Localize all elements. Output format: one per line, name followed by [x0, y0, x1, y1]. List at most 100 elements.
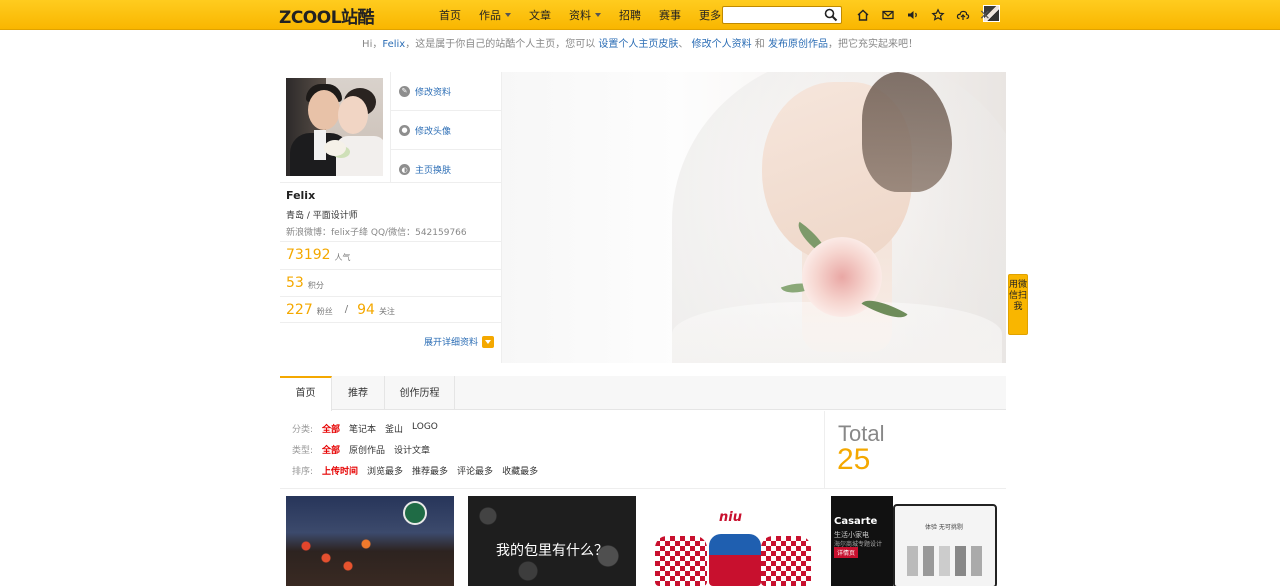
points-stat: 53 积分	[280, 269, 502, 296]
sort-filter-label: 排序:	[292, 467, 314, 477]
sort-option[interactable]: 推荐最多	[412, 464, 448, 477]
follow-stats: 227 粉丝 / 94 关注	[280, 296, 502, 323]
category-filter-label: 分类:	[292, 425, 314, 435]
fans-value[interactable]: 227	[286, 302, 313, 318]
total-count: 25	[837, 443, 871, 476]
type-option[interactable]: 全部	[322, 443, 340, 456]
points-value: 53	[286, 275, 304, 291]
user-role: 青岛 / 平面设计师	[286, 211, 358, 221]
sort-filter: 排序: 上传时间 浏览最多 推荐最多 评论最多 收藏最多	[292, 464, 547, 477]
edit-icon: ✎	[399, 85, 410, 97]
wechat-scan-tab[interactable]: 用微信扫我	[1008, 274, 1028, 335]
nav-home-label: 首页	[439, 9, 461, 22]
tab-history[interactable]: 创作历程	[385, 376, 455, 410]
popularity-value: 73192	[286, 247, 331, 263]
stat-separator: /	[344, 304, 349, 315]
mail-icon[interactable]	[875, 6, 900, 24]
nav-contests[interactable]: 赛事	[650, 7, 690, 23]
nav-works-label: 作品	[479, 9, 501, 22]
work-thumbnail[interactable]: 我的包里有什么？	[468, 496, 636, 586]
sort-option[interactable]: 上传时间	[322, 464, 358, 477]
edit-avatar-button[interactable]: ● 修改头像	[391, 111, 502, 150]
chevron-down-icon	[505, 13, 511, 17]
skin-icon: ◐	[399, 164, 410, 175]
nav-contests-label: 赛事	[659, 9, 681, 22]
sound-icon[interactable]	[900, 6, 925, 24]
category-filter: 分类: 全部 笔记本 釜山 LOGO	[292, 422, 447, 435]
nav-resources[interactable]: 资料	[560, 7, 610, 23]
category-option[interactable]: 笔记本	[349, 422, 376, 435]
nav-more-label: 更多	[699, 9, 721, 22]
category-option[interactable]: 釜山	[385, 422, 403, 435]
home-icon[interactable]	[850, 6, 875, 24]
category-option[interactable]: 全部	[322, 422, 340, 435]
work-thumbnail[interactable]	[286, 496, 454, 586]
edit-avatar-label: 修改头像	[415, 126, 452, 137]
following-label: 关注	[378, 307, 395, 316]
works-total: Total 25	[825, 411, 1006, 489]
thumbnail-brand: Casarte	[834, 516, 878, 527]
fans-label: 粉丝	[316, 307, 333, 316]
thumbnail-screen-text: 体验 无可挑剔	[925, 524, 963, 531]
popularity-stat: 73192 人气	[280, 241, 502, 268]
publish-work-link[interactable]: 发布原创作品	[768, 39, 828, 50]
nav-works[interactable]: 作品	[470, 7, 520, 23]
thumbnail-badge: 详情页	[834, 547, 859, 558]
work-thumbnail[interactable]: niu	[649, 496, 817, 586]
notice-text: 、	[678, 39, 689, 50]
chevron-down-icon	[595, 13, 601, 17]
cover-image	[502, 72, 1006, 363]
profile-card: ✎ 修改资料 ● 修改头像 ◐ 主页换肤 Felix 青岛 / 平面设计师 新浪…	[280, 72, 502, 363]
tab-home[interactable]: 首页	[280, 376, 332, 411]
thumbnail-caption: 我的包里有什么？	[496, 543, 608, 559]
category-option[interactable]: LOGO	[412, 422, 438, 435]
sort-option[interactable]: 浏览最多	[367, 464, 403, 477]
profile-actions: ✎ 修改资料 ● 修改头像 ◐ 主页换肤	[390, 72, 502, 182]
type-option[interactable]: 设计文章	[394, 443, 430, 456]
change-skin-label: 主页换肤	[415, 166, 452, 176]
user-contact: 新浪微博：felix子绛 QQ/微信：542159766	[286, 228, 467, 238]
work-thumbnail[interactable]: Casarte 生活小家电 海尔商城专题设计 详情页 体验 无可挑剔	[831, 496, 999, 586]
type-filter-label: 类型:	[292, 446, 314, 456]
work-filters: 分类: 全部 笔记本 釜山 LOGO 类型: 全部 原创作品 设计文章 排序: …	[280, 411, 825, 489]
top-icon-group	[850, 6, 975, 24]
nav-resources-label: 资料	[569, 9, 591, 22]
edit-profile-label: 修改资料	[415, 87, 452, 98]
edit-profile-button[interactable]: ✎ 修改资料	[391, 72, 502, 111]
popularity-label: 人气	[334, 252, 351, 262]
search-box	[722, 6, 842, 24]
user-icon: ●	[399, 124, 410, 136]
upload-icon[interactable]	[950, 6, 975, 24]
thumbnail-brand: niu	[719, 510, 742, 525]
welcome-notice: Hi，Felix，这是属于你自己的站酷个人主页，您可以 设置个人主页皮肤、 修改…	[0, 30, 1280, 60]
star-icon[interactable]	[925, 6, 950, 24]
search-icon[interactable]	[824, 8, 838, 22]
sort-option[interactable]: 评论最多	[457, 464, 493, 477]
edit-profile-link[interactable]: 修改个人资料	[692, 39, 752, 50]
main-nav: 首页 作品 文章 资料 招聘 赛事 更多	[430, 0, 740, 30]
tab-recommended[interactable]: 推荐	[332, 376, 385, 410]
notice-username-link[interactable]: Felix	[382, 39, 405, 50]
notice-text: Hi，	[362, 39, 383, 50]
set-skin-link[interactable]: 设置个人主页皮肤	[598, 39, 678, 50]
profile-info: Felix 青岛 / 平面设计师 新浪微博：felix子绛 QQ/微信：5421…	[280, 182, 502, 238]
nav-home[interactable]: 首页	[430, 7, 470, 23]
points-label: 积分	[307, 280, 324, 290]
nav-articles-label: 文章	[529, 9, 551, 22]
type-option[interactable]: 原创作品	[349, 443, 385, 456]
nav-jobs-label: 招聘	[619, 9, 641, 22]
nav-articles[interactable]: 文章	[520, 7, 560, 23]
username: Felix	[286, 189, 316, 202]
profile-avatar[interactable]	[286, 78, 383, 176]
expand-details-button[interactable]: 展开详细资料	[424, 335, 495, 348]
close-icon[interactable]: ×	[979, 8, 993, 22]
chevron-down-icon	[482, 335, 495, 348]
following-value[interactable]: 94	[357, 302, 375, 318]
sort-option[interactable]: 收藏最多	[502, 464, 538, 477]
search-input[interactable]	[723, 7, 819, 23]
type-filter: 类型: 全部 原创作品 设计文章	[292, 443, 439, 456]
nav-jobs[interactable]: 招聘	[610, 7, 650, 23]
top-navigation-bar: ZCOOL站酷 首页 作品 文章 资料 招聘 赛事 更多	[0, 0, 1280, 30]
expand-details-label: 展开详细资料	[424, 338, 479, 348]
zcool-logo[interactable]: ZCOOL站酷	[279, 5, 375, 28]
